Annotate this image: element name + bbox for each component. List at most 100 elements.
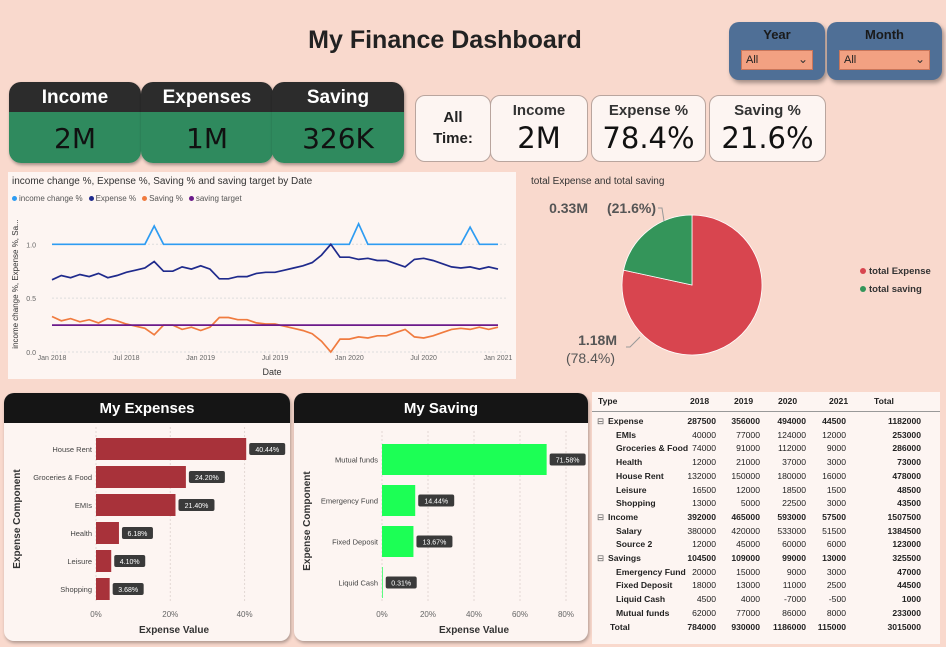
all-time-saving-pct-card: Saving % 21.6%	[709, 95, 826, 162]
table-cell: 180000	[777, 470, 806, 481]
table-cell: 77000	[736, 429, 760, 440]
row-label: Income	[608, 511, 639, 522]
data-label: 6.18%	[128, 531, 148, 538]
table-cell: 21000	[736, 457, 760, 468]
year-dropdown-value: All	[746, 54, 759, 66]
y-tick-label: 1.0	[26, 242, 36, 249]
bar	[96, 522, 119, 544]
data-label: 71.58%	[556, 458, 580, 465]
table-cell: 13000	[822, 553, 846, 563]
all-time-label-line1: All	[443, 109, 463, 126]
table-cell: 112000	[777, 443, 806, 454]
table-cell: 12000	[736, 484, 760, 495]
line-chart-panel: income change %, Expense %, Saving % and…	[8, 172, 516, 379]
table-cell: 44500	[897, 580, 921, 591]
kpi-expenses-value: 1M	[141, 112, 273, 163]
table-cell: 3015000	[887, 621, 921, 632]
column-header: 2018	[690, 396, 710, 406]
table-cell: 325500	[892, 553, 921, 563]
table-row: Shopping 13000 5000 22500 3000 43500	[592, 498, 940, 512]
matrix-table: Type 2018 2019 2020 2021 Total ⊟ Expense 287500 3…	[592, 392, 940, 644]
kpi-expenses-label: Expenses	[141, 82, 273, 112]
x-axis-title: Date	[262, 367, 281, 377]
table-cell: 233000	[892, 607, 921, 618]
pie-value-label: 1.18M	[578, 332, 617, 348]
kpi-income: Income 2M	[9, 82, 141, 163]
table-cell: 18500	[782, 484, 806, 495]
x-tick-label: 20%	[162, 610, 178, 619]
year-slicer: Year All ⌄	[729, 22, 825, 80]
legend-label: total Expense	[869, 266, 931, 277]
table-cell: 2500	[826, 580, 846, 591]
x-tick-label: 20%	[420, 610, 436, 619]
saving-bar-panel: My Saving 0% 20% 40% 60% 80% Mutual funds 71.5…	[294, 393, 588, 641]
data-label: 4.10%	[120, 559, 140, 566]
table-row: EMIs 40000 77000 124000 12000 253000	[592, 430, 940, 444]
all-time-expense-pct-label: Expense %	[608, 102, 689, 119]
pie-chart[interactable]: 1.18M (78.4%) 0.33M (21.6%) total Expense tot…	[520, 190, 946, 380]
y-axis-title: income change %, Expense %, Sa...	[11, 219, 20, 348]
expenses-bar-title: My Expenses	[4, 393, 290, 423]
kpi-income-value: 2M	[9, 112, 141, 163]
line-chart[interactable]: 0.0 0.5 1.0 Jan 2018 Jul 2018 Jan 2019 Jul 201…	[8, 172, 516, 379]
x-tick-label: Jan 2018	[38, 355, 67, 362]
data-label: 0.31%	[391, 581, 411, 588]
table-cell: 48500	[897, 484, 921, 495]
column-header: Total	[874, 396, 894, 406]
table-cell: 930000	[731, 621, 760, 632]
category-label: Shopping	[60, 585, 92, 594]
table-cell: 74000	[692, 443, 716, 454]
x-tick-label: 40%	[466, 610, 482, 619]
table-cell: 12000	[822, 429, 846, 440]
table-cell: 1384500	[887, 525, 921, 536]
table-cell: 478000	[892, 470, 921, 481]
category-label: EMIs	[75, 501, 92, 510]
table-cell: 420000	[731, 525, 760, 536]
month-dropdown[interactable]: All ⌄	[839, 50, 930, 70]
all-time-saving-pct-value: 21.6%	[721, 121, 814, 155]
all-time-saving-pct-label: Saving %	[734, 102, 801, 119]
table-row[interactable]: ⊟ Income 392000 465000 593000 57500 1507500	[592, 512, 940, 526]
table-row: Salary 380000 420000 533000 51500 1384500	[592, 526, 940, 540]
table-cell: 60000	[782, 539, 806, 550]
table-cell: 9000	[826, 443, 846, 454]
table-cell: 40000	[692, 429, 716, 440]
all-time-label-line2: Time:	[433, 130, 473, 147]
table-cell: 4500	[696, 594, 716, 605]
table-cell: 380000	[687, 525, 716, 536]
category-label: Groceries & Food	[33, 473, 92, 482]
kpi-saving-label: Saving	[272, 82, 404, 112]
column-header: Type	[598, 396, 618, 406]
data-label: 40.44%	[255, 447, 279, 454]
table-row[interactable]: ⊟ Expense 287500 356000 494000 44500 1182000	[592, 416, 940, 430]
table-cell: 123000	[892, 539, 921, 550]
table-row: Fixed Deposit 18000 13000 11000 2500 44500	[592, 580, 940, 594]
table-cell: 104500	[687, 553, 716, 563]
table-cell: 593000	[777, 511, 806, 522]
table-cell: 494000	[777, 416, 806, 426]
series-line	[51, 315, 499, 354]
bar	[382, 485, 416, 516]
collapse-icon[interactable]: ⊟	[597, 553, 604, 564]
chevron-down-icon: ⌄	[914, 52, 925, 66]
expenses-bar-chart[interactable]: 0% 20% 40% House Rent 40.44% Groceries & Food…	[4, 423, 290, 641]
table-cell: 16500	[692, 484, 716, 495]
column-header: 2019	[734, 396, 754, 406]
table-cell: 15000	[736, 566, 760, 577]
table-row[interactable]: ⊟ Savings 104500 109000 99000 13000 325500	[592, 553, 940, 567]
pie-leader-line	[626, 336, 641, 348]
table-cell: 356000	[731, 416, 760, 426]
year-dropdown[interactable]: All ⌄	[741, 50, 813, 70]
table-cell: 45000	[736, 539, 760, 550]
table-cell: 51500	[822, 525, 846, 536]
table-cell: 12000	[692, 539, 716, 550]
saving-bar-chart[interactable]: 0% 20% 40% 60% 80% Mutual funds 71.58% Emergenc…	[294, 423, 588, 641]
table-row: Health 12000 21000 37000 3000 73000	[592, 457, 940, 471]
table-row: House Rent 132000 150000 180000 16000 478000	[592, 471, 940, 485]
collapse-icon[interactable]: ⊟	[597, 512, 604, 523]
collapse-icon[interactable]: ⊟	[597, 416, 604, 427]
bar	[382, 444, 547, 475]
data-label: 13.67%	[423, 540, 447, 547]
table-cell: 16000	[822, 470, 846, 481]
table-cell: 22500	[782, 498, 806, 509]
